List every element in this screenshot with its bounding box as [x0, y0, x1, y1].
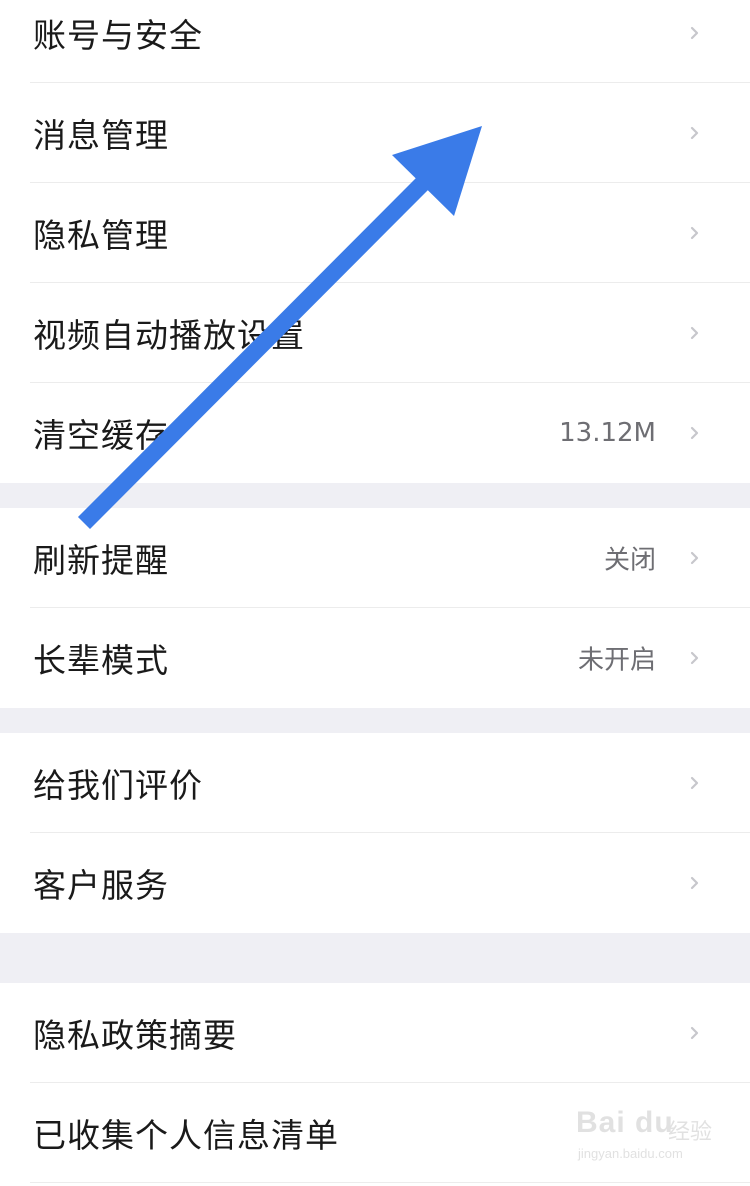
settings-item-label: 隐私政策摘要 — [33, 1016, 237, 1055]
divider — [30, 1182, 750, 1183]
group-separator — [0, 483, 750, 508]
settings-item-label: 消息管理 — [33, 116, 169, 155]
settings-item-label: 隐私管理 — [33, 216, 169, 255]
settings-item-customer-service[interactable]: 客户服务 — [0, 833, 750, 933]
cache-size-value: 13.12M — [559, 418, 656, 448]
settings-item-privacy-policy-summary[interactable]: 隐私政策摘要 — [0, 983, 750, 1083]
refresh-reminder-status: 关闭 — [603, 545, 656, 576]
settings-item-privacy-management[interactable]: 隐私管理 — [0, 183, 750, 283]
settings-item-label: 长辈模式 — [33, 641, 169, 680]
chevron-right-icon — [690, 1026, 699, 1040]
settings-item-label: 清空缓存 — [33, 416, 169, 455]
settings-item-label: 刷新提醒 — [33, 541, 169, 580]
settings-item-refresh-reminder[interactable]: 刷新提醒 关闭 — [0, 508, 750, 608]
chevron-right-icon — [690, 551, 699, 565]
settings-item-clear-cache[interactable]: 清空缓存 13.12M — [0, 383, 750, 483]
chevron-right-icon — [690, 876, 699, 890]
elder-mode-status: 未开启 — [577, 645, 656, 676]
settings-item-label: 客户服务 — [33, 866, 169, 905]
group-separator — [0, 708, 750, 733]
settings-item-message-management[interactable]: 消息管理 — [0, 83, 750, 183]
chevron-right-icon — [690, 426, 699, 440]
settings-item-video-autoplay[interactable]: 视频自动播放设置 — [0, 283, 750, 383]
chevron-right-icon — [690, 226, 699, 240]
settings-item-label: 视频自动播放设置 — [33, 316, 305, 355]
settings-item-collected-info-list[interactable]: 已收集个人信息清单 — [0, 1083, 750, 1183]
settings-screen: 账号与安全 消息管理 隐私管理 视频自动播放设置 清空缓存 13.12M 刷新提… — [0, 0, 750, 1186]
settings-item-label: 给我们评价 — [33, 766, 203, 805]
chevron-right-icon — [690, 776, 699, 790]
settings-item-rate-us[interactable]: 给我们评价 — [0, 733, 750, 833]
settings-item-account-security[interactable]: 账号与安全 — [0, 0, 750, 83]
settings-item-label: 账号与安全 — [33, 16, 203, 55]
chevron-right-icon — [690, 326, 699, 340]
group-separator — [0, 933, 750, 983]
settings-item-label: 已收集个人信息清单 — [33, 1116, 339, 1155]
chevron-right-icon — [690, 651, 699, 665]
chevron-right-icon — [690, 26, 699, 40]
chevron-right-icon — [690, 126, 699, 140]
settings-item-elder-mode[interactable]: 长辈模式 未开启 — [0, 608, 750, 708]
